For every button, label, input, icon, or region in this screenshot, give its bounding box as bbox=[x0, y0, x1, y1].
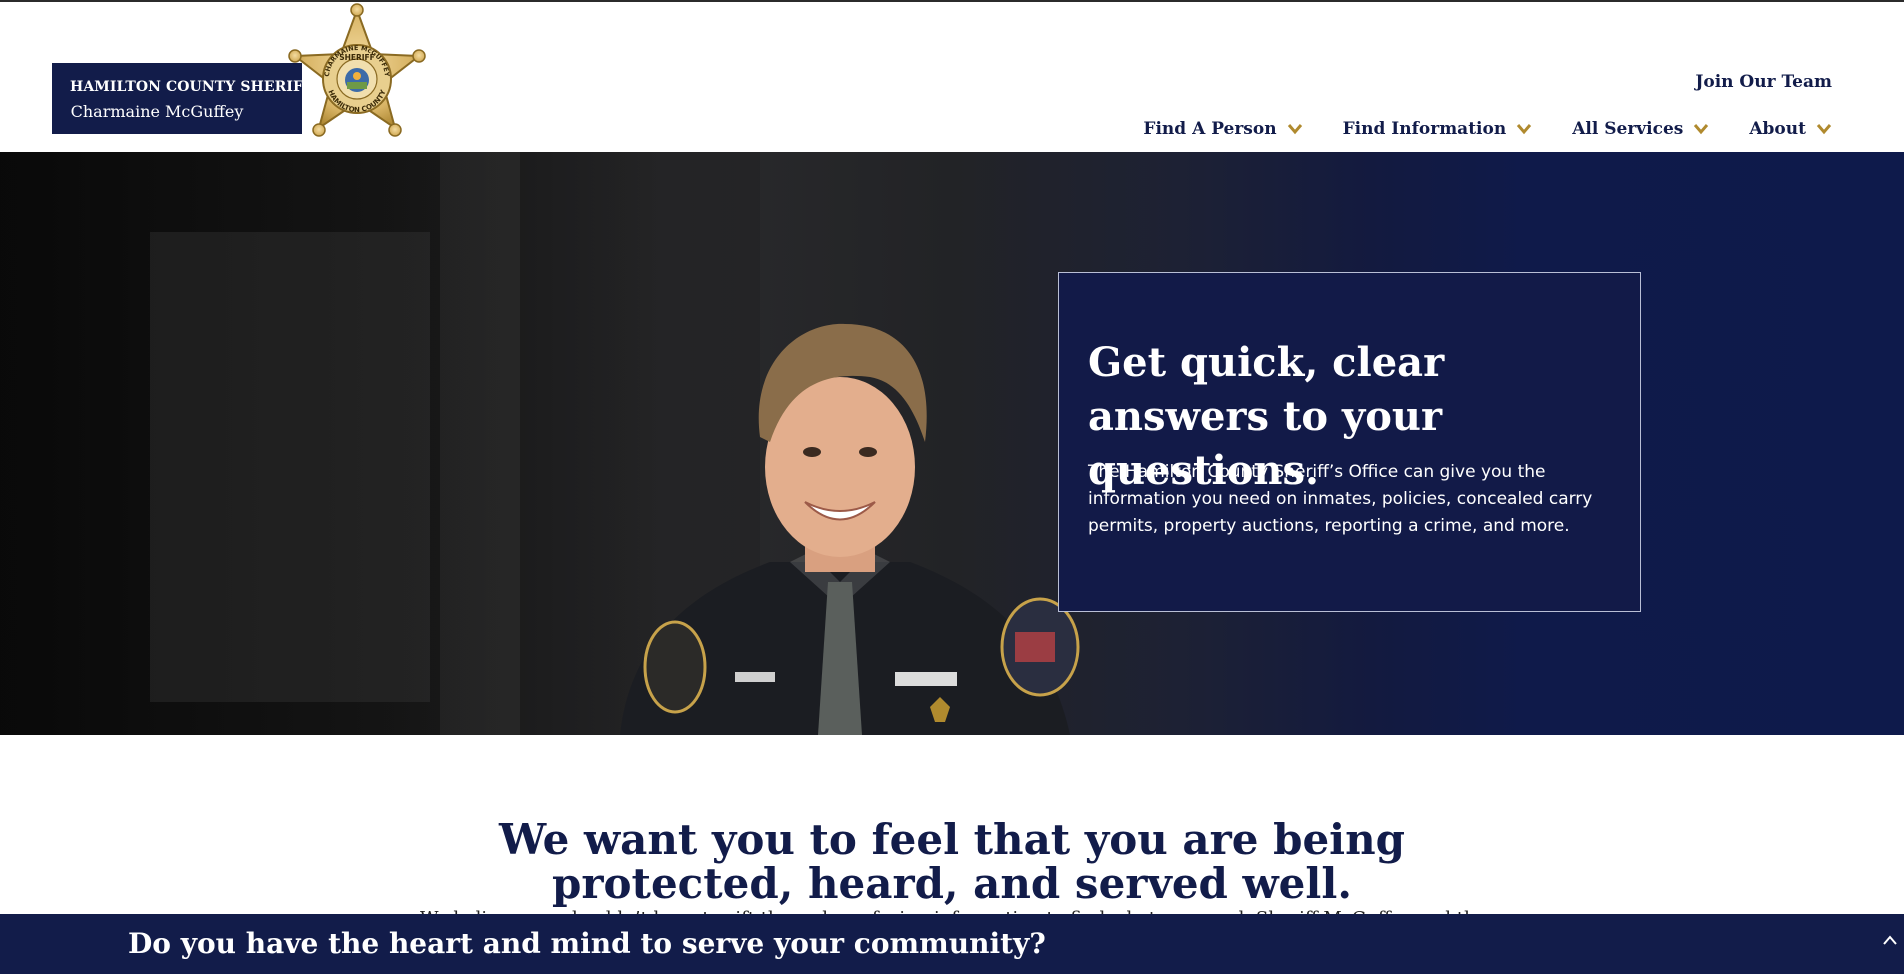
chevron-down-icon bbox=[1287, 124, 1302, 135]
chevron-down-icon bbox=[1517, 124, 1532, 135]
recruitment-banner-text: Do you have the heart and mind to serve … bbox=[128, 927, 1046, 960]
hero-description: The Hamilton County Sheriff’s Office can… bbox=[1088, 462, 1593, 536]
site-header: HAMILTON COUNTY SHERIFF Charmaine McGuff… bbox=[0, 2, 1904, 152]
nav-label: Find A Person bbox=[1143, 119, 1277, 139]
chevron-down-icon bbox=[1694, 124, 1709, 135]
nav-label: Find Information bbox=[1342, 119, 1507, 139]
brand-subtitle: Charmaine McGuffey bbox=[70, 102, 244, 121]
hero-banner: Get quick, clear answers to your questio… bbox=[0, 152, 1904, 735]
main-nav: Find A Person Find Information All Servi… bbox=[1103, 119, 1832, 139]
badge-center-text: SHERIFF bbox=[339, 53, 375, 62]
chevron-up-icon[interactable] bbox=[1882, 934, 1898, 946]
brand-title: HAMILTON COUNTY SHERIFF bbox=[70, 79, 314, 95]
mission-heading: We want you to feel that you are being p… bbox=[498, 814, 1406, 908]
hero-info-card: Get quick, clear answers to your questio… bbox=[1058, 272, 1641, 612]
brand-logo[interactable]: HAMILTON COUNTY SHERIFF Charmaine McGuff… bbox=[52, 63, 314, 134]
nav-find-a-person[interactable]: Find A Person bbox=[1143, 119, 1302, 139]
join-our-team-link[interactable]: Join Our Team bbox=[1695, 72, 1832, 92]
nav-label: About bbox=[1749, 119, 1806, 139]
nav-find-information[interactable]: Find Information bbox=[1343, 119, 1533, 139]
nav-about[interactable]: About bbox=[1749, 119, 1832, 139]
nav-label: All Services bbox=[1572, 119, 1684, 139]
chevron-down-icon bbox=[1816, 124, 1832, 135]
recruitment-banner[interactable]: Do you have the heart and mind to serve … bbox=[0, 914, 1904, 974]
hero-background-window bbox=[150, 232, 430, 702]
sheriff-star-badge-icon[interactable]: CHARMAINE McGUFFEY SHERIFF HAMILTON COUN… bbox=[277, 2, 437, 154]
hero-background-pillar bbox=[440, 152, 520, 735]
sheriff-portrait-image bbox=[620, 323, 1080, 735]
nav-all-services[interactable]: All Services bbox=[1572, 119, 1709, 139]
